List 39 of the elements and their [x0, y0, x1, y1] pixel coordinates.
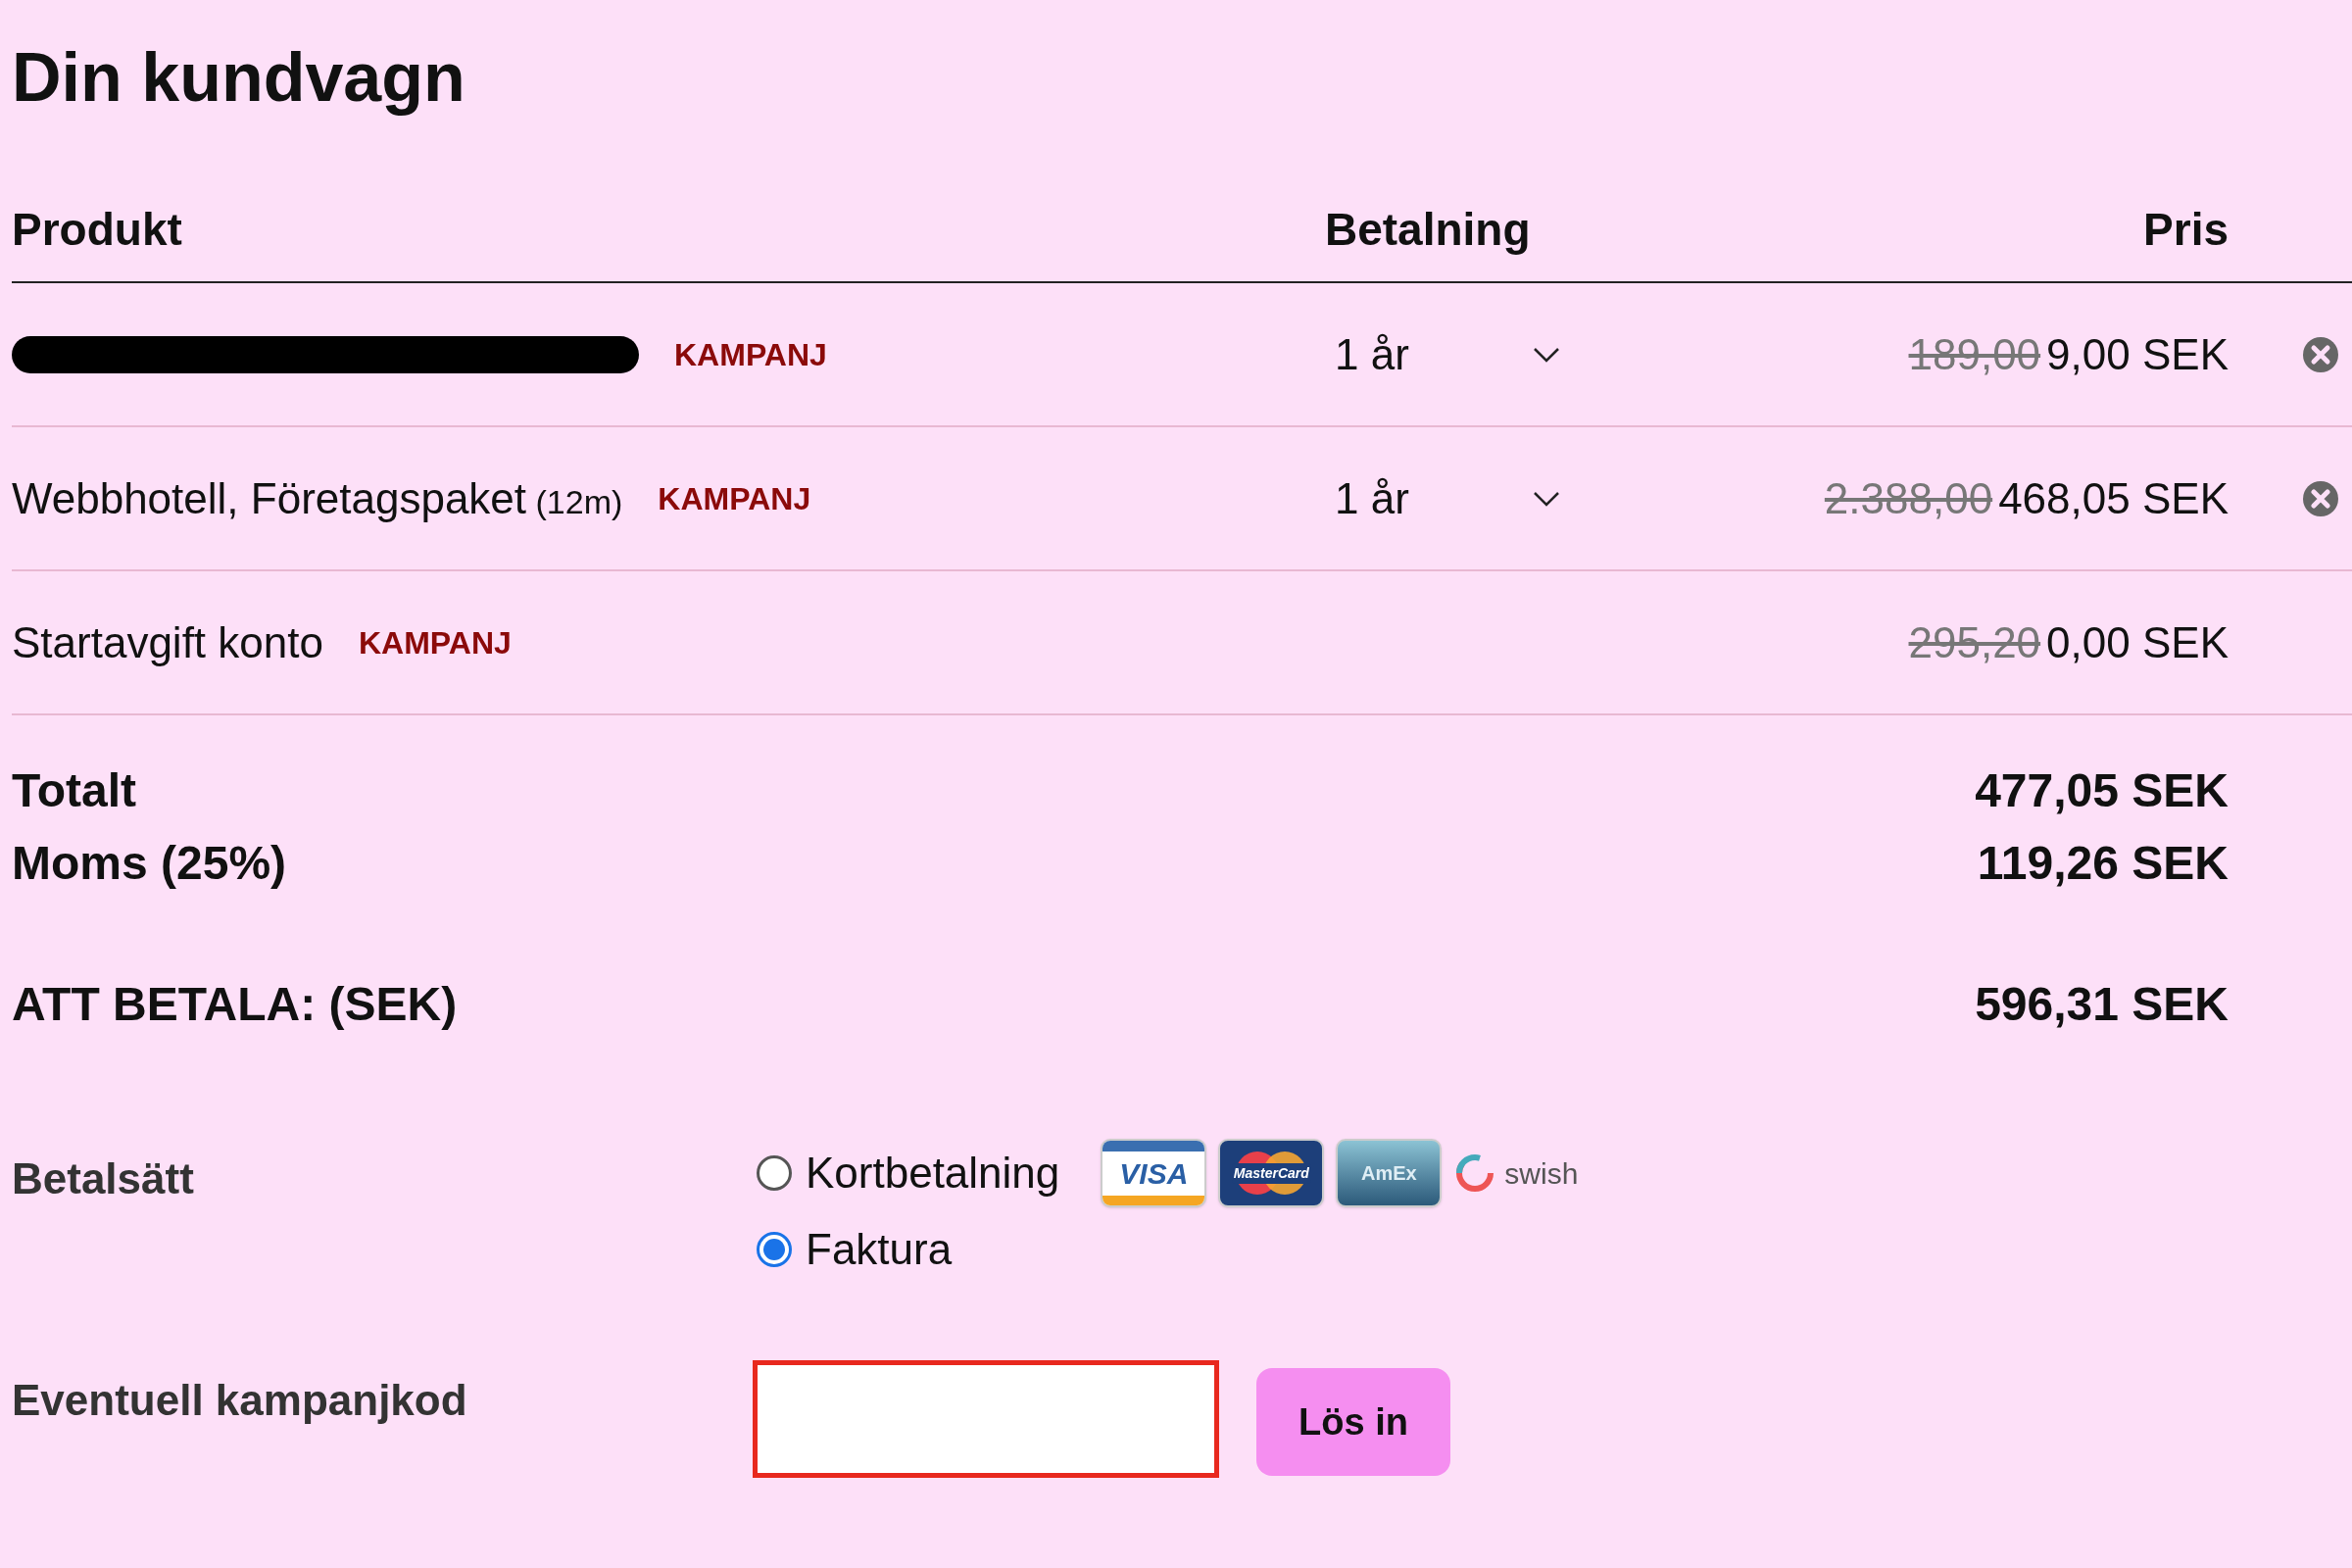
period-select[interactable]: 1 år [1325, 466, 1560, 531]
column-header: Produkt [12, 203, 183, 257]
remove-icon[interactable] [2303, 336, 2338, 372]
chevron-icon [1533, 346, 1560, 363]
remove-icon[interactable] [2303, 480, 2338, 516]
total-label: Totalt [12, 763, 137, 818]
grand-total-value: 596,31 SEK [1975, 977, 2229, 1032]
swish-logo: swish [1453, 1139, 1579, 1207]
price: 468,05 SEK [1998, 472, 2229, 524]
period-select[interactable]: 1 år [1325, 321, 1560, 387]
old-price: 189,00 [1908, 328, 2041, 380]
radio-button[interactable] [757, 1155, 792, 1191]
payment-option[interactable]: Faktura [757, 1217, 953, 1282]
grand-total-label: ATT BETALA: (SEK) [12, 977, 458, 1032]
campaign-tag: KAMPANJ [358, 618, 512, 666]
total-value: 119,26 SEK [1977, 836, 2229, 891]
total-value: 477,05 SEK [1975, 763, 2229, 818]
campaign-code-label: Eventuell kampanjkod [12, 1375, 468, 1426]
campaign-code-field[interactable] [753, 1360, 1219, 1478]
payment-label: Betalsätt [12, 1153, 195, 1204]
price: 0,00 SEK [2046, 616, 2229, 668]
page-title: Din kundvagn [12, 38, 466, 118]
product-name: Webbhotell, Företagspaket (12m) [12, 472, 623, 524]
old-price: 2.388,00 [1824, 472, 1993, 524]
amex-logo: AmEx [1336, 1139, 1443, 1207]
visa-logo: VISA [1101, 1139, 1207, 1207]
old-price: 295,20 [1908, 616, 2041, 668]
mastercard-logo: MasterCard [1218, 1139, 1325, 1207]
column-header: Pris [2142, 203, 2229, 257]
campaign-tag: KAMPANJ [658, 474, 811, 522]
radio-button[interactable] [757, 1232, 792, 1267]
chevron-icon [1533, 490, 1560, 507]
total-label: Moms (25%) [12, 836, 287, 891]
campaign-tag: KAMPANJ [674, 330, 827, 378]
price: 9,00 SEK [2046, 328, 2229, 380]
product-name: Startavgift konto [12, 616, 323, 668]
column-header: Betalning [1325, 203, 1532, 257]
payment-option[interactable]: Kortbetalning [757, 1141, 1060, 1205]
redeem-button[interactable]: Lös in [1256, 1368, 1450, 1476]
